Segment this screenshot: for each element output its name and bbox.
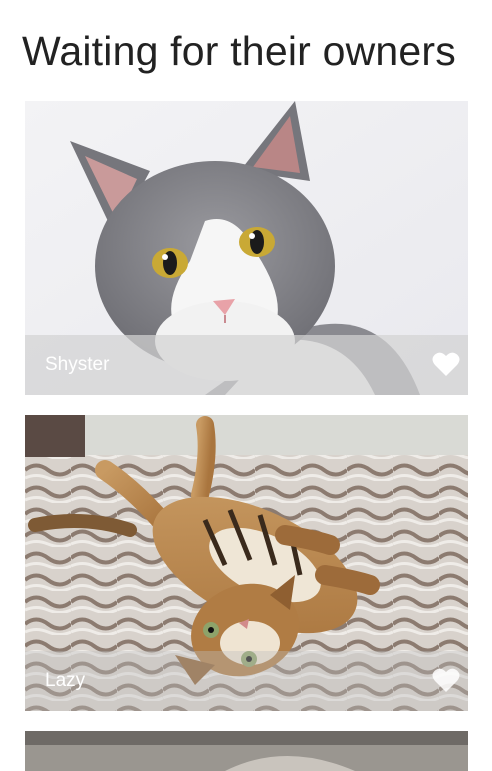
heart-icon[interactable] — [432, 351, 460, 377]
page-title: Waiting for their owners — [22, 28, 456, 74]
heart-icon[interactable] — [432, 667, 460, 693]
cat-photo-next — [25, 731, 468, 771]
cat-name-label: Shyster — [45, 354, 110, 375]
card-caption: Lazy — [25, 651, 468, 711]
cat-card-lazy[interactable]: Lazy — [25, 415, 468, 711]
cat-card-next[interactable] — [25, 731, 468, 771]
card-caption: Shyster — [25, 335, 468, 395]
cat-name-label: Lazy — [45, 670, 86, 691]
cat-card-shyster[interactable]: Shyster — [25, 101, 468, 395]
